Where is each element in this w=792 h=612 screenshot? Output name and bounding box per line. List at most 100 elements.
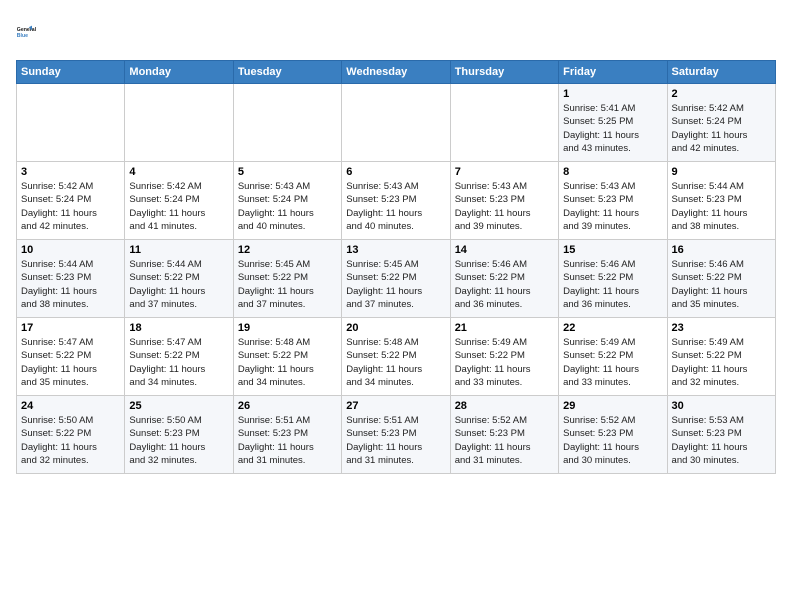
day-info: Sunrise: 5:42 AM Sunset: 5:24 PM Dayligh…: [21, 180, 120, 233]
day-number: 21: [455, 322, 554, 334]
calendar-week-row: 17 Sunrise: 5:47 AM Sunset: 5:22 PM Dayli…: [17, 318, 776, 396]
svg-text:Blue: Blue: [17, 33, 28, 39]
day-info: Sunrise: 5:47 AM Sunset: 5:22 PM Dayligh…: [129, 336, 228, 389]
col-header-wednesday: Wednesday: [342, 61, 450, 84]
day-number: 23: [672, 322, 771, 334]
day-number: 18: [129, 322, 228, 334]
day-number: 19: [238, 322, 337, 334]
day-info: Sunrise: 5:52 AM Sunset: 5:23 PM Dayligh…: [563, 414, 662, 467]
calendar-cell: 27 Sunrise: 5:51 AM Sunset: 5:23 PM Dayli…: [342, 396, 450, 474]
day-number: 8: [563, 166, 662, 178]
day-number: 17: [21, 322, 120, 334]
day-info: Sunrise: 5:50 AM Sunset: 5:22 PM Dayligh…: [21, 414, 120, 467]
calendar-cell: 11 Sunrise: 5:44 AM Sunset: 5:22 PM Dayli…: [125, 240, 233, 318]
calendar-cell: 6 Sunrise: 5:43 AM Sunset: 5:23 PM Daylig…: [342, 162, 450, 240]
day-number: 5: [238, 166, 337, 178]
day-info: Sunrise: 5:48 AM Sunset: 5:22 PM Dayligh…: [346, 336, 445, 389]
calendar-cell: 25 Sunrise: 5:50 AM Sunset: 5:23 PM Dayli…: [125, 396, 233, 474]
calendar-cell: 1 Sunrise: 5:41 AM Sunset: 5:25 PM Daylig…: [559, 84, 667, 162]
day-info: Sunrise: 5:43 AM Sunset: 5:23 PM Dayligh…: [563, 180, 662, 233]
day-number: 10: [21, 244, 120, 256]
calendar-cell: 8 Sunrise: 5:43 AM Sunset: 5:23 PM Daylig…: [559, 162, 667, 240]
day-number: 20: [346, 322, 445, 334]
day-number: 29: [563, 400, 662, 412]
calendar-cell: 20 Sunrise: 5:48 AM Sunset: 5:22 PM Dayli…: [342, 318, 450, 396]
day-number: 11: [129, 244, 228, 256]
svg-text:General: General: [17, 27, 37, 33]
day-number: 26: [238, 400, 337, 412]
day-info: Sunrise: 5:42 AM Sunset: 5:24 PM Dayligh…: [672, 102, 771, 155]
day-info: Sunrise: 5:53 AM Sunset: 5:23 PM Dayligh…: [672, 414, 771, 467]
day-number: 15: [563, 244, 662, 256]
col-header-saturday: Saturday: [667, 61, 775, 84]
day-info: Sunrise: 5:45 AM Sunset: 5:22 PM Dayligh…: [238, 258, 337, 311]
calendar-week-row: 10 Sunrise: 5:44 AM Sunset: 5:23 PM Dayli…: [17, 240, 776, 318]
day-number: 24: [21, 400, 120, 412]
day-info: Sunrise: 5:44 AM Sunset: 5:23 PM Dayligh…: [672, 180, 771, 233]
calendar-cell: 23Sunrise: 5:49 AM Sunset: 5:22 PM Dayli…: [667, 318, 775, 396]
day-number: 22: [563, 322, 662, 334]
day-number: 9: [672, 166, 771, 178]
day-number: 3: [21, 166, 120, 178]
calendar-cell: 28Sunrise: 5:52 AM Sunset: 5:23 PM Dayli…: [450, 396, 558, 474]
calendar-header-row: SundayMondayTuesdayWednesdayThursdayFrid…: [17, 61, 776, 84]
day-number: 25: [129, 400, 228, 412]
calendar-cell: 17 Sunrise: 5:47 AM Sunset: 5:22 PM Dayli…: [17, 318, 125, 396]
col-header-monday: Monday: [125, 61, 233, 84]
day-number: 7: [455, 166, 554, 178]
calendar-cell: 2Sunrise: 5:42 AM Sunset: 5:24 PM Daylig…: [667, 84, 775, 162]
calendar-cell: 26Sunrise: 5:51 AM Sunset: 5:23 PM Dayli…: [233, 396, 341, 474]
calendar-cell: 7Sunrise: 5:43 AM Sunset: 5:23 PM Daylig…: [450, 162, 558, 240]
day-info: Sunrise: 5:43 AM Sunset: 5:23 PM Dayligh…: [346, 180, 445, 233]
day-info: Sunrise: 5:50 AM Sunset: 5:23 PM Dayligh…: [129, 414, 228, 467]
day-number: 4: [129, 166, 228, 178]
day-number: 13: [346, 244, 445, 256]
day-number: 27: [346, 400, 445, 412]
calendar-cell: 29 Sunrise: 5:52 AM Sunset: 5:23 PM Dayli…: [559, 396, 667, 474]
day-info: Sunrise: 5:41 AM Sunset: 5:25 PM Dayligh…: [563, 102, 662, 155]
day-number: 16: [672, 244, 771, 256]
calendar-cell: 4 Sunrise: 5:42 AM Sunset: 5:24 PM Daylig…: [125, 162, 233, 240]
calendar-cell: 12Sunrise: 5:45 AM Sunset: 5:22 PM Dayli…: [233, 240, 341, 318]
page-header: General Blue: [16, 16, 776, 48]
logo: General Blue: [16, 16, 48, 48]
calendar-cell: [125, 84, 233, 162]
day-info: Sunrise: 5:49 AM Sunset: 5:22 PM Dayligh…: [563, 336, 662, 389]
calendar-week-row: 1 Sunrise: 5:41 AM Sunset: 5:25 PM Daylig…: [17, 84, 776, 162]
day-info: Sunrise: 5:43 AM Sunset: 5:24 PM Dayligh…: [238, 180, 337, 233]
calendar-cell: 22 Sunrise: 5:49 AM Sunset: 5:22 PM Dayli…: [559, 318, 667, 396]
calendar-cell: 9 Sunrise: 5:44 AM Sunset: 5:23 PM Daylig…: [667, 162, 775, 240]
calendar-cell: 21 Sunrise: 5:49 AM Sunset: 5:22 PM Dayli…: [450, 318, 558, 396]
col-header-sunday: Sunday: [17, 61, 125, 84]
day-info: Sunrise: 5:51 AM Sunset: 5:23 PM Dayligh…: [346, 414, 445, 467]
calendar-cell: 5 Sunrise: 5:43 AM Sunset: 5:24 PM Daylig…: [233, 162, 341, 240]
calendar-week-row: 24 Sunrise: 5:50 AM Sunset: 5:22 PM Dayli…: [17, 396, 776, 474]
col-header-tuesday: Tuesday: [233, 61, 341, 84]
calendar-cell: 30 Sunrise: 5:53 AM Sunset: 5:23 PM Dayli…: [667, 396, 775, 474]
calendar-week-row: 3 Sunrise: 5:42 AM Sunset: 5:24 PM Daylig…: [17, 162, 776, 240]
logo-icon: General Blue: [16, 16, 48, 48]
day-number: 1: [563, 88, 662, 100]
calendar-cell: 18 Sunrise: 5:47 AM Sunset: 5:22 PM Dayli…: [125, 318, 233, 396]
day-info: Sunrise: 5:44 AM Sunset: 5:22 PM Dayligh…: [129, 258, 228, 311]
day-info: Sunrise: 5:47 AM Sunset: 5:22 PM Dayligh…: [21, 336, 120, 389]
col-header-friday: Friday: [559, 61, 667, 84]
calendar-cell: [342, 84, 450, 162]
day-info: Sunrise: 5:45 AM Sunset: 5:22 PM Dayligh…: [346, 258, 445, 311]
calendar-cell: 24 Sunrise: 5:50 AM Sunset: 5:22 PM Dayli…: [17, 396, 125, 474]
calendar-cell: 16Sunrise: 5:46 AM Sunset: 5:22 PM Dayli…: [667, 240, 775, 318]
day-info: Sunrise: 5:48 AM Sunset: 5:22 PM Dayligh…: [238, 336, 337, 389]
calendar-table: SundayMondayTuesdayWednesdayThursdayFrid…: [16, 60, 776, 474]
calendar-cell: 10 Sunrise: 5:44 AM Sunset: 5:23 PM Dayli…: [17, 240, 125, 318]
calendar-cell: [450, 84, 558, 162]
day-number: 6: [346, 166, 445, 178]
calendar-cell: [17, 84, 125, 162]
day-info: Sunrise: 5:49 AM Sunset: 5:22 PM Dayligh…: [455, 336, 554, 389]
day-info: Sunrise: 5:46 AM Sunset: 5:22 PM Dayligh…: [563, 258, 662, 311]
day-number: 30: [672, 400, 771, 412]
day-info: Sunrise: 5:44 AM Sunset: 5:23 PM Dayligh…: [21, 258, 120, 311]
calendar-cell: 13 Sunrise: 5:45 AM Sunset: 5:22 PM Dayli…: [342, 240, 450, 318]
day-info: Sunrise: 5:42 AM Sunset: 5:24 PM Dayligh…: [129, 180, 228, 233]
day-number: 28: [455, 400, 554, 412]
calendar-cell: 19 Sunrise: 5:48 AM Sunset: 5:22 PM Dayli…: [233, 318, 341, 396]
